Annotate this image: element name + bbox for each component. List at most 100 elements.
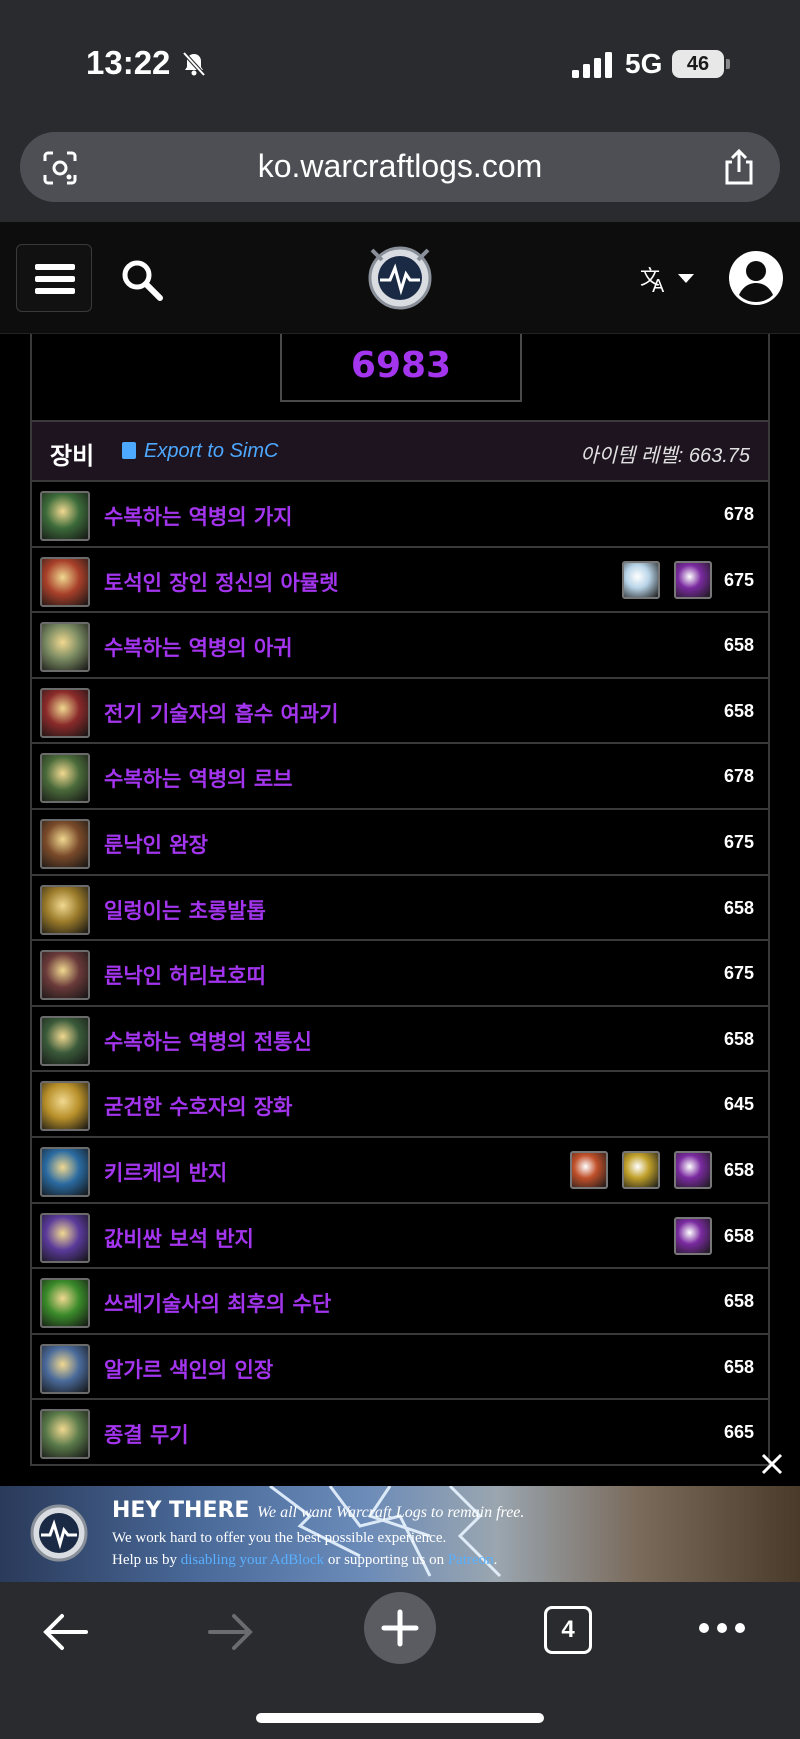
- account-icon[interactable]: [728, 250, 784, 306]
- item-level: 675: [723, 569, 754, 590]
- adblock-link[interactable]: disabling your AdBlock: [181, 1552, 324, 1568]
- item-level: 658: [723, 700, 754, 721]
- item-row[interactable]: 굳건한 수호자의 장화 645: [32, 1072, 768, 1138]
- battery-indicator: 46: [672, 50, 730, 78]
- gem-sockets: [674, 1216, 712, 1255]
- item-name[interactable]: 수복하는 역병의 로브: [104, 763, 293, 793]
- item-level: 658: [723, 1356, 754, 1377]
- item-name[interactable]: 굳건한 수호자의 장화: [104, 1091, 293, 1121]
- item-row[interactable]: 키르케의 반지 658: [32, 1138, 768, 1204]
- item-row[interactable]: 알가르 색인의 인장 658: [32, 1335, 768, 1401]
- gear-title: 장비: [50, 442, 95, 470]
- item-row[interactable]: 종결 무기 665: [32, 1400, 768, 1466]
- search-icon[interactable]: [120, 258, 164, 302]
- status-time: 13:22: [86, 44, 171, 81]
- item-level: 675: [723, 831, 754, 852]
- item-icon[interactable]: [40, 950, 90, 1001]
- close-icon[interactable]: [758, 1450, 786, 1478]
- ad-line-2-a: Help us by: [112, 1552, 181, 1568]
- item-name[interactable]: 토석인 장인 정신의 아뮬렛: [104, 567, 338, 597]
- svg-text:A: A: [652, 276, 665, 296]
- item-row[interactable]: 수복하는 역병의 가지 678: [32, 482, 768, 548]
- clipboard-icon: [122, 442, 136, 459]
- item-list: 수복하는 역병의 가지 678 토석인 장인 정신의 아뮬렛 675 수복하는 역병의 …: [32, 482, 768, 1466]
- item-level: 658: [723, 897, 754, 918]
- item-icon[interactable]: [40, 1278, 90, 1329]
- ad-banner[interactable]: HEY THERE We all want Warcraft Logs to r…: [0, 1486, 800, 1582]
- item-name[interactable]: 종결 무기: [104, 1419, 189, 1449]
- item-level: 658: [723, 1159, 754, 1180]
- item-row[interactable]: 수복하는 역병의 전통신 658: [32, 1007, 768, 1073]
- warcraftlogs-logo[interactable]: [366, 244, 434, 312]
- menu-button[interactable]: [16, 244, 92, 312]
- item-icon[interactable]: [40, 1212, 90, 1263]
- item-name[interactable]: 값비싼 보석 반지: [104, 1223, 254, 1253]
- item-row[interactable]: 일렁이는 초롱발톱 658: [32, 876, 768, 942]
- item-row[interactable]: 수복하는 역병의 로브 678: [32, 744, 768, 810]
- item-level: 658: [723, 1028, 754, 1049]
- tab-switcher-button[interactable]: 4: [544, 1606, 592, 1654]
- item-icon[interactable]: [40, 884, 90, 935]
- gem-icon[interactable]: [674, 1150, 712, 1189]
- item-icon[interactable]: [40, 1409, 90, 1460]
- item-row[interactable]: 룬낙인 완장 675: [32, 810, 768, 876]
- gem-sockets: [570, 1150, 712, 1189]
- gem-icon[interactable]: [674, 560, 712, 599]
- item-icon[interactable]: [40, 753, 90, 804]
- gear-panel: 6983 장비 Export to SimC 아이템 레벨: 663.75 수복…: [30, 334, 770, 1466]
- gem-icon[interactable]: [674, 1216, 712, 1255]
- export-simc-label: Export to SimC: [144, 440, 279, 462]
- export-simc-link[interactable]: Export to SimC: [122, 440, 278, 463]
- item-row[interactable]: 전기 기술자의 흡수 여과기 658: [32, 679, 768, 745]
- language-selector-icon[interactable]: 文 A: [640, 262, 700, 296]
- address-bar[interactable]: ko.warcraftlogs.com: [20, 132, 780, 202]
- item-name[interactable]: 쓰레기술사의 최후의 수단: [104, 1288, 331, 1318]
- item-row[interactable]: 수복하는 역병의 아귀 658: [32, 613, 768, 679]
- gem-icon[interactable]: [622, 1150, 660, 1189]
- item-level: 658: [723, 1225, 754, 1246]
- item-level-summary: 아이템 레벨: 663.75: [580, 445, 750, 467]
- page: 13:22 5G 46 ko.warcraftlogs.com 文 A 6983…: [0, 0, 800, 1739]
- item-name[interactable]: 수복하는 역병의 아귀: [104, 632, 293, 662]
- item-icon[interactable]: [40, 622, 90, 673]
- more-menu-icon[interactable]: [698, 1622, 746, 1634]
- new-tab-button[interactable]: [364, 1592, 436, 1664]
- item-icon[interactable]: [40, 1081, 90, 1132]
- item-icon[interactable]: [40, 687, 90, 738]
- bell-muted-icon: [182, 51, 206, 77]
- item-name[interactable]: 수복하는 역병의 가지: [104, 501, 293, 531]
- ad-line-2-c: .: [493, 1552, 498, 1568]
- item-row[interactable]: 쓰레기술사의 최후의 수단 658: [32, 1269, 768, 1335]
- patreon-link[interactable]: Patreon: [448, 1552, 494, 1568]
- item-level: 645: [723, 1094, 754, 1115]
- back-arrow-icon[interactable]: [40, 1610, 90, 1654]
- gem-icon[interactable]: [622, 560, 660, 599]
- item-level: 658: [723, 635, 754, 656]
- warcraftlogs-logo-small: [30, 1504, 88, 1562]
- item-icon[interactable]: [40, 1015, 90, 1066]
- item-row[interactable]: 토석인 장인 정신의 아뮬렛 675: [32, 548, 768, 614]
- home-indicator: [256, 1713, 544, 1723]
- item-name[interactable]: 알가르 색인의 인장: [104, 1354, 273, 1384]
- item-name[interactable]: 룬낙인 허리보호띠: [104, 960, 266, 990]
- item-icon[interactable]: [40, 491, 90, 541]
- gem-icon[interactable]: [570, 1150, 608, 1189]
- item-row[interactable]: 룬낙인 허리보호띠 675: [32, 941, 768, 1007]
- item-name[interactable]: 룬낙인 완장: [104, 829, 208, 859]
- forward-arrow-icon[interactable]: [206, 1610, 256, 1654]
- item-level: 675: [723, 963, 754, 984]
- ad-line-2-b: or supporting us on: [324, 1552, 448, 1568]
- item-icon[interactable]: [40, 818, 90, 869]
- item-name[interactable]: 수복하는 역병의 전통신: [104, 1026, 312, 1056]
- item-icon[interactable]: [40, 556, 90, 607]
- item-icon[interactable]: [40, 1343, 90, 1394]
- item-name[interactable]: 키르케의 반지: [104, 1157, 227, 1187]
- item-row[interactable]: 값비싼 보석 반지 658: [32, 1204, 768, 1270]
- url-text[interactable]: ko.warcraftlogs.com: [20, 148, 780, 185]
- item-name[interactable]: 전기 기술자의 흡수 여과기: [104, 698, 338, 728]
- item-name[interactable]: 일렁이는 초롱발톱: [104, 895, 266, 925]
- share-icon[interactable]: [722, 148, 756, 186]
- site-header: 文 A: [0, 222, 800, 334]
- plus-icon: [381, 1609, 419, 1647]
- item-icon[interactable]: [40, 1146, 90, 1197]
